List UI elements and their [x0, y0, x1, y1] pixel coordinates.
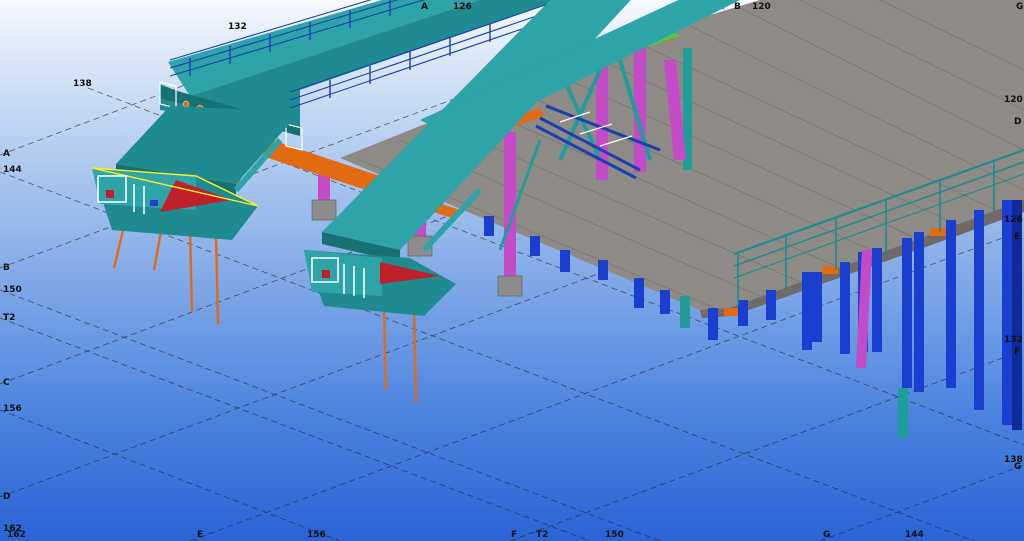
grid-label-left-144: 144 — [3, 165, 22, 175]
grid-label-bottom-t2: T2 — [536, 530, 549, 540]
grid-label-right-120: 120 — [1004, 95, 1023, 105]
grid-label-bottom-156: 156 — [307, 530, 326, 540]
abutment-right — [304, 250, 456, 316]
grid-label-right-f: F — [1014, 347, 1021, 357]
grid-label-right-d: D — [1014, 117, 1022, 127]
grid-label-bottom-162: 162 — [7, 530, 26, 540]
grid-label-top-120: 120 — [752, 2, 771, 12]
grid-label-bottom-g: G — [823, 530, 831, 540]
grid-label-left-d: D — [3, 492, 11, 502]
grid-label-bottom-144: 144 — [905, 530, 924, 540]
grid-label-left-156: 156 — [3, 404, 22, 414]
structural-model-scene[interactable] — [0, 0, 1024, 541]
grid-label-right-e: E — [1014, 232, 1021, 242]
grid-label-left-150: 150 — [3, 285, 22, 295]
grid-label-left-b: B — [3, 263, 10, 273]
grid-label-left-a: A — [3, 149, 10, 159]
grid-label-left-t2: T2 — [3, 313, 16, 323]
grid-label-left-c: C — [3, 378, 10, 388]
grid-label-top-126: 126 — [453, 2, 472, 12]
grid-label-top-b: B — [734, 2, 741, 12]
grid-label-top-a: A — [421, 2, 428, 12]
grid-label-top-g: G — [1016, 2, 1024, 12]
grid-label-bottom-150: 150 — [605, 530, 624, 540]
grid-label-left-138: 138 — [73, 79, 92, 89]
grid-label-bottom-f: F — [511, 530, 518, 540]
grid-label-top-132: 132 — [228, 22, 247, 32]
grid-label-right-126: 126 — [1004, 215, 1023, 225]
model-viewport[interactable]: A 126 B 120 G 132 138 A 144 B 150 T2 C 1… — [0, 0, 1024, 541]
grid-label-bottom-e: E — [197, 530, 204, 540]
grid-label-right-g: G — [1014, 462, 1022, 472]
grid-label-right-132: 132 — [1004, 335, 1023, 345]
